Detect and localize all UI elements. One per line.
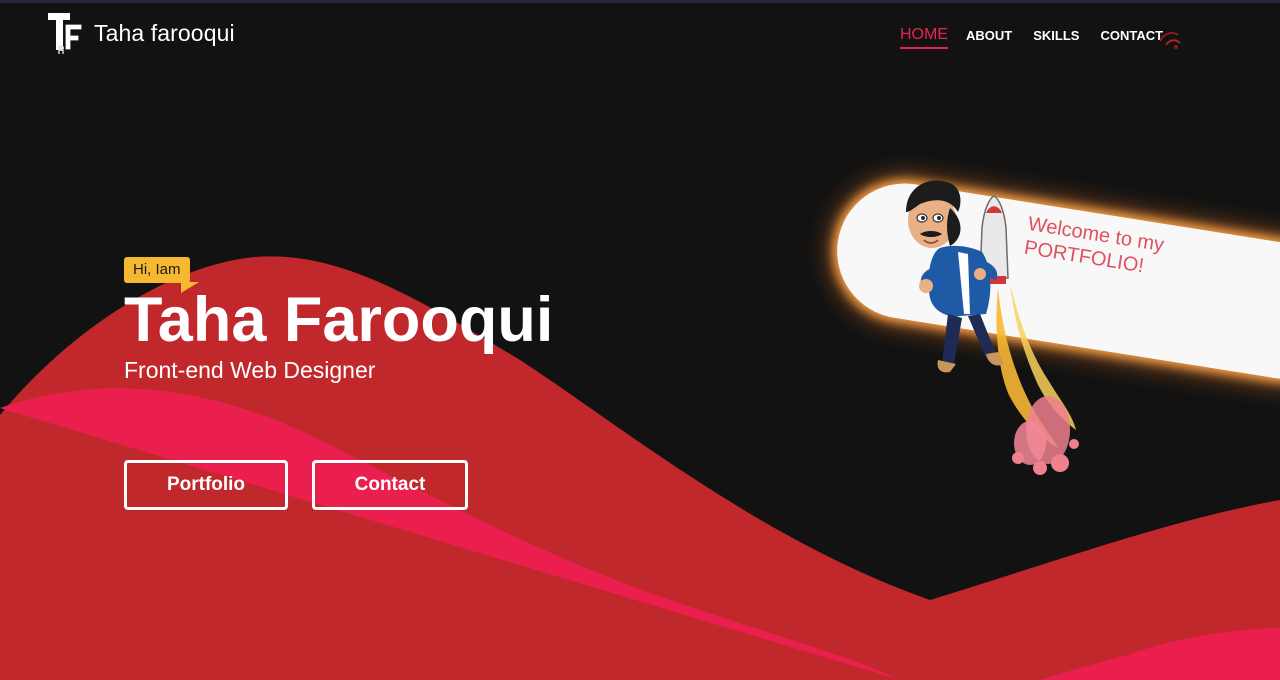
- nav-home[interactable]: HOME: [900, 26, 948, 49]
- nav-skills[interactable]: SKILLS: [1033, 28, 1079, 46]
- brand-name: Taha farooqui: [94, 19, 235, 46]
- main-nav: HOME ABOUT SKILLS CONTACT: [900, 26, 1184, 49]
- sparkle-icon: [1159, 32, 1181, 49]
- hero-role: Front-end Web Designer: [124, 357, 376, 383]
- hero-name: Taha Farooqui: [124, 285, 554, 355]
- portfolio-page: Taha farooqui HOME ABOUT SKILLS CONTACT …: [0, 0, 1280, 680]
- greeting-badge: Hi, Iam: [124, 257, 190, 283]
- tf-monogram-icon: [48, 13, 83, 54]
- jetpack-avatar: [906, 180, 1079, 475]
- contact-button[interactable]: Contact: [312, 460, 468, 510]
- brand-link[interactable]: Taha farooqui: [46, 12, 235, 54]
- nav-about[interactable]: ABOUT: [966, 28, 1012, 46]
- nav-contact[interactable]: CONTACT: [1100, 28, 1163, 46]
- portfolio-button[interactable]: Portfolio: [124, 460, 288, 510]
